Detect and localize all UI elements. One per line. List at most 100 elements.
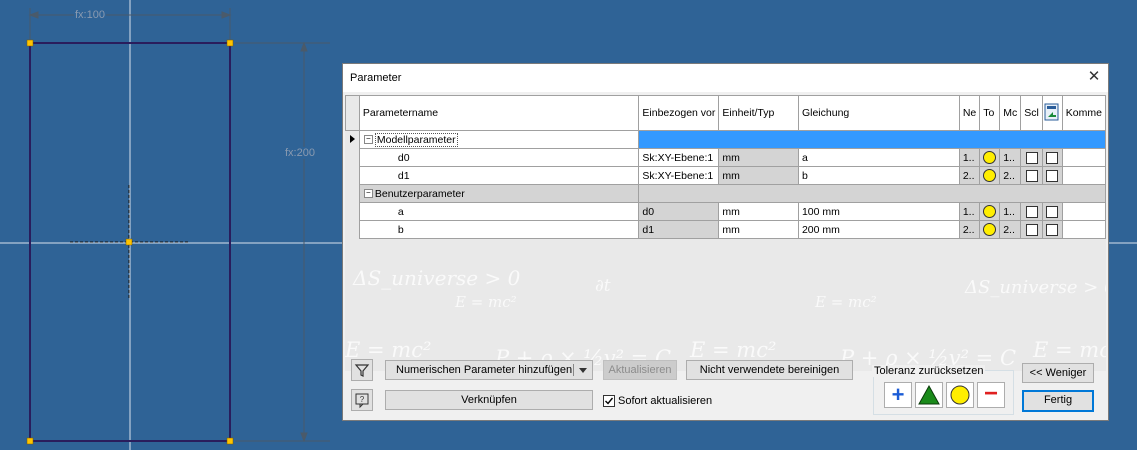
immediate-update-option[interactable]: Sofort aktualisieren [603,395,712,408]
key-checkbox[interactable] [1025,151,1038,164]
comment-cell[interactable] [1061,148,1106,167]
export-checkbox[interactable] [1046,205,1059,218]
circle-icon [950,385,970,405]
export-cell[interactable] [1041,202,1063,221]
chevron-down-icon[interactable] [579,368,587,373]
tolerance-cell[interactable] [979,220,1001,239]
help-button[interactable]: ? [351,389,373,411]
param-name-cell[interactable]: d1 [358,166,640,185]
formula-text: ΔS_universe > 0 [352,266,521,290]
model-value-cell: 2.. [999,166,1022,185]
formula-text: E = mc² [1032,338,1106,362]
row-selector[interactable] [345,202,360,221]
export-cell[interactable] [1041,148,1063,167]
export-checkbox[interactable] [1046,169,1059,182]
col-header-nominal[interactable]: Ne [958,95,981,131]
tolerance-cell[interactable] [979,202,1001,221]
corner-point [226,39,234,47]
filter-button[interactable] [351,359,373,381]
nominal-cell: 2.. [958,220,981,239]
help-icon: ? [355,393,369,409]
table-row[interactable]: d1 Sk:XY-Ebene:1 mm b 2.. 2.. [345,166,1106,185]
key-checkbox[interactable] [1025,169,1038,182]
key-cell[interactable] [1020,220,1043,239]
link-button[interactable]: Verknüpfen [385,390,593,410]
tolerance-dot-icon [983,151,997,164]
tolerance-middle-button[interactable] [915,382,943,408]
purge-unused-button[interactable]: Nicht verwendete bereinigen [686,360,853,380]
key-cell[interactable] [1020,166,1043,185]
key-cell[interactable] [1020,202,1043,221]
group-cell[interactable]: − Benutzerparameter [358,184,640,203]
tolerance-dot-icon [983,169,997,182]
table-row[interactable]: a d0 mm 100 mm 1.. 1.. [345,202,1106,221]
col-header-name[interactable]: Parametername [358,95,640,131]
export-cell[interactable] [1041,166,1063,185]
row-selector[interactable] [345,184,360,203]
param-name-cell[interactable]: d0 [358,148,640,167]
col-header-export[interactable] [1041,95,1063,131]
col-header-unit[interactable]: Einheit/Typ [718,95,799,131]
width-dimension-label[interactable]: fx:100 [74,9,106,21]
col-header-key[interactable]: Scl [1020,95,1043,131]
row-selector[interactable] [345,148,360,167]
nominal-cell: 1.. [958,148,981,167]
comment-cell[interactable] [1061,202,1106,221]
source-cell: d1 [638,220,720,239]
immediate-update-checkbox[interactable] [603,395,615,408]
col-header-model[interactable]: Mc [999,95,1022,131]
export-checkbox[interactable] [1046,151,1059,164]
formula-text: ∂t [595,276,611,296]
add-numeric-parameter-button[interactable]: Numerischen Parameter hinzufügen [385,360,593,380]
key-checkbox[interactable] [1025,205,1038,218]
unit-cell[interactable]: mm [718,202,799,221]
comment-cell[interactable] [1061,220,1106,239]
collapse-icon[interactable]: − [363,135,373,145]
export-checkbox[interactable] [1046,223,1059,236]
corner-point [26,437,34,445]
key-checkbox[interactable] [1025,223,1038,236]
tolerance-upper-button[interactable]: + [884,382,912,408]
unit-cell[interactable]: mm [718,148,799,167]
tolerance-cell[interactable] [979,166,1001,185]
col-header-comment[interactable]: Komme [1061,95,1106,131]
comment-cell[interactable] [1061,166,1106,185]
close-icon[interactable]: ✕ [1086,69,1102,85]
col-header-source[interactable]: Einbezogen vor [638,95,720,131]
param-name-cell[interactable]: a [358,202,640,221]
table-row[interactable]: d0 Sk:XY-Ebene:1 mm a 1.. 1.. [345,148,1106,167]
tolerance-cell[interactable] [979,148,1001,167]
row-selector[interactable] [345,220,360,239]
unit-cell[interactable]: mm [718,220,799,239]
tolerance-lower-button[interactable]: − [977,382,1005,408]
equation-cell[interactable]: b [797,166,960,185]
group-cell[interactable]: − Modellparameter [358,130,640,149]
col-header-equation[interactable]: Gleichung [797,95,960,131]
export-cell[interactable] [1041,220,1063,239]
equation-cell[interactable]: 200 mm [797,220,960,239]
formula-text: E = mc² [689,338,776,362]
equation-cell[interactable]: 100 mm [797,202,960,221]
less-button[interactable]: << Weniger [1022,363,1094,383]
group-row-user-parameters[interactable]: − Benutzerparameter [345,184,1106,203]
collapse-icon[interactable]: − [363,189,373,199]
parameter-table: Parametername Einbezogen vor Einheit/Typ… [345,95,1106,239]
table-row[interactable]: b d1 mm 200 mm 2.. 2.. [345,220,1106,239]
group-row-fill [638,184,1106,203]
corner-point [226,437,234,445]
height-dimension-label[interactable]: fx:200 [284,147,316,159]
nominal-cell: 2.. [958,166,981,185]
row-selector[interactable] [345,166,360,185]
row-selector[interactable] [345,130,360,149]
done-button[interactable]: Fertig [1022,390,1094,412]
unit-cell[interactable]: mm [718,166,799,185]
col-header-tolerance[interactable]: To [979,95,1001,131]
equation-cell[interactable]: a [797,148,960,167]
svg-text:?: ? [360,395,365,404]
tolerance-nominal-button[interactable] [946,382,974,408]
param-name-cell[interactable]: b [358,220,640,239]
group-row-model-parameters[interactable]: − Modellparameter [345,130,1106,149]
key-cell[interactable] [1020,148,1043,167]
formula-text: E = mc² [454,293,517,311]
update-button[interactable]: Aktualisieren [603,360,677,380]
